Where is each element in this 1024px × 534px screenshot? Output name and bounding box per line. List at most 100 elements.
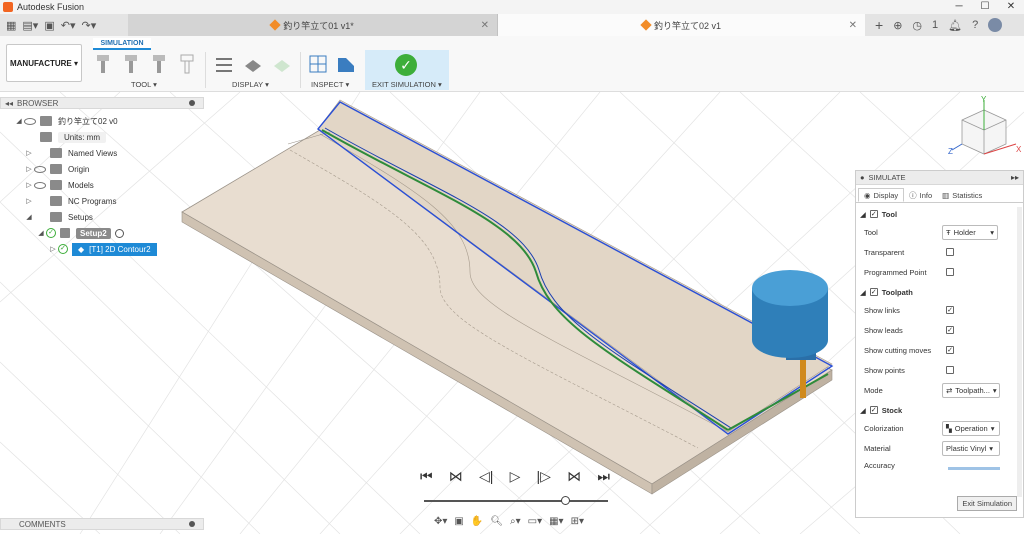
tool-outline-icon[interactable] [178,54,196,76]
check-icon[interactable]: ✓ [395,54,417,76]
timeline-handle[interactable] [561,496,570,505]
tab-statistics[interactable]: ▥ Statistics [937,188,987,202]
tool-group-label[interactable]: TOOL ▾ [131,80,157,89]
browser-header[interactable]: ◂◂ BROWSER [0,97,204,109]
close-tab-icon[interactable]: ✕ [849,20,857,31]
show-leads-checkbox[interactable]: ✓ [946,326,954,334]
file-icon[interactable]: ▤▾ [22,19,38,32]
timeline-track[interactable] [424,500,608,502]
tool-ball-icon[interactable] [150,54,168,76]
pan-icon[interactable]: ✋ [471,516,483,527]
close-icon[interactable]: ✕ [998,0,1024,14]
collapse-arrow-icon[interactable]: ◢ [860,210,866,219]
tool-flat-icon[interactable] [122,54,140,76]
next-operation-icon[interactable]: ⋈ [567,468,581,485]
operation-selected[interactable]: ◆ [T1] 2D Contour2 [72,242,157,256]
display-group-label[interactable]: DISPLAY ▾ [232,80,269,89]
tree-origin[interactable]: ▷ Origin [0,161,204,177]
tab-document-01[interactable]: 釣り竿立て01 v1* ✕ [128,14,498,36]
avatar[interactable] [988,18,1003,32]
skip-end-icon[interactable]: ⏭ [597,468,610,485]
collapse-arrow-icon[interactable]: ◢ [860,406,866,415]
activate-radio-icon[interactable] [114,228,124,238]
collapse-arrow-icon[interactable]: ◢ [860,288,866,297]
display-stock-icon[interactable] [243,54,263,76]
show-cutting-checkbox[interactable]: ✓ [946,346,954,354]
tree-named-views[interactable]: ▷ Named Views [0,145,204,161]
fit-icon[interactable]: ⌕▾ [510,516,521,527]
tool-dropdown[interactable]: Ŧ Holder ▾ [942,224,998,240]
exit-simulation-label[interactable]: EXIT SIMULATION ▾ [372,80,442,89]
maximize-icon[interactable]: ☐ [972,0,998,14]
minimize-icon[interactable]: ─ [946,0,972,14]
tab-document-02[interactable]: 釣り竿立て02 v1 ✕ [498,14,865,36]
view-cube[interactable] [951,100,1017,155]
accuracy-slider[interactable] [948,467,1000,470]
play-icon[interactable]: ▷ [510,468,521,485]
zoom-icon[interactable]: 🔍︎ [490,516,503,527]
skip-start-icon[interactable]: ⏮ [420,468,433,485]
show-points-checkbox[interactable] [946,366,954,374]
viewports-icon[interactable]: ⊞▾ [571,516,584,527]
tool-holder-icon[interactable] [94,54,112,76]
new-tab-icon[interactable]: + [875,17,883,33]
section-stock[interactable]: ◢ ✓ Stock [856,402,1023,418]
expand-arrow-icon[interactable]: ◢ [14,117,24,125]
tree-setups[interactable]: ◢ Setups [0,209,204,225]
inspect-section-icon[interactable] [336,54,356,76]
step-back-icon[interactable]: ◁| [479,468,493,485]
expand-arrow-icon[interactable]: ▷ [24,165,34,173]
tab-info[interactable]: ⓘ Info [904,188,937,202]
tree-models[interactable]: ▷ Models [0,177,204,193]
tree-units[interactable]: Units: mm [0,129,204,145]
notifications-icon[interactable]: 🔔︎ [948,19,962,32]
step-forward-icon[interactable]: |▷ [537,468,551,485]
close-tab-icon[interactable]: ✕ [481,20,489,31]
save-icon[interactable]: ▣ [44,19,54,32]
collapse-icon[interactable]: ◂◂ [5,99,13,108]
section-toolpath[interactable]: ◢ ✓ Toolpath [856,284,1023,300]
orbit-icon[interactable]: ✥▾ [434,516,447,527]
colorization-dropdown[interactable]: ▚ Operation ▾ [942,420,1000,436]
eye-icon[interactable] [24,117,36,125]
exit-simulation-button[interactable]: Exit Simulation [957,496,1017,511]
inspect-measure-icon[interactable] [308,54,328,76]
redo-icon[interactable]: ↷▾ [81,19,96,32]
expand-arrow-icon[interactable]: ▷ [24,149,34,157]
expand-arrow-icon[interactable]: ▷ [24,197,34,205]
expand-arrow-icon[interactable]: ◢ [24,213,34,221]
stock-checkbox[interactable]: ✓ [869,406,878,414]
expand-arrow-icon[interactable]: ▷ [24,181,34,189]
section-tool[interactable]: ◢ ✓ Tool [856,206,1023,222]
display-transparent-icon[interactable] [272,54,292,76]
mode-dropdown[interactable]: ⇄ Toolpath... ▾ [942,382,1000,398]
tree-operation[interactable]: ▷ ✓ ◆ [T1] 2D Contour2 [0,241,204,257]
undo-icon[interactable]: ↶▾ [61,19,76,32]
tree-root[interactable]: ◢ 釣り竿立て02 v0 [0,113,204,129]
display-settings-icon[interactable]: ▭▾ [528,516,542,527]
tree-nc-programs[interactable]: ▷ NC Programs [0,193,204,209]
simulate-header[interactable]: ● SIMULATE ▸▸ [856,171,1023,185]
inspect-group-label[interactable]: INSPECT ▾ [311,80,349,89]
expand-icon[interactable]: ▸▸ [1011,173,1019,182]
eye-icon[interactable] [34,165,46,173]
comments-header[interactable]: COMMENTS [0,518,204,530]
stock-model[interactable] [181,99,833,495]
expand-arrow-icon[interactable]: ◢ [36,229,46,237]
eye-icon[interactable] [34,181,46,189]
look-at-icon[interactable]: ▣ [454,516,463,527]
prev-operation-icon[interactable]: ⋈ [449,468,463,485]
workspace-switcher[interactable]: MANUFACTURE ▾ [6,44,82,82]
toolpath-checkbox[interactable]: ✓ [869,288,878,296]
display-lines-icon[interactable] [214,54,234,76]
pin-icon[interactable] [189,100,195,106]
job-status-icon[interactable]: ◷ [912,19,922,32]
help-icon[interactable]: ? [972,19,978,31]
grid-settings-icon[interactable]: ▦▾ [549,516,563,527]
tab-display[interactable]: ◉ Display [858,188,905,202]
tree-setup2[interactable]: ◢ ✓ Setup2 [0,225,204,241]
expand-arrow-icon[interactable]: ▷ [48,245,58,253]
tool-checkbox[interactable]: ✓ [869,210,878,218]
extensions-icon[interactable]: ⊕ [893,19,902,32]
grid-icon[interactable]: ▦ [6,19,16,32]
